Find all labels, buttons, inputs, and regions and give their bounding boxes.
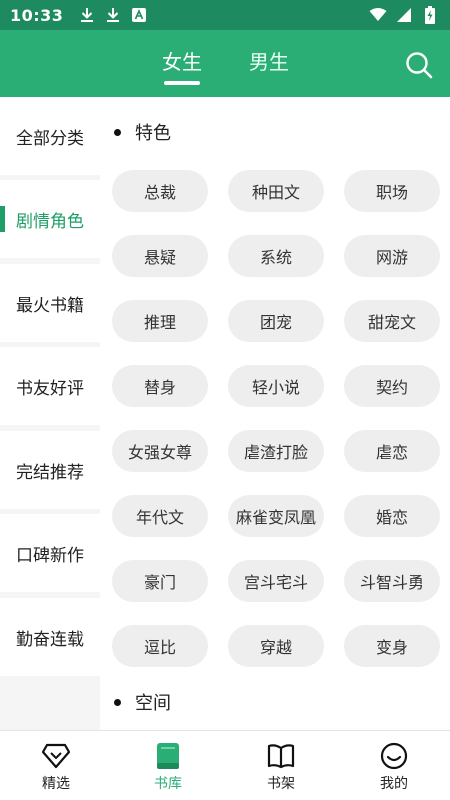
bullet-dot bbox=[114, 698, 121, 706]
tag-chip[interactable]: 推理 bbox=[112, 300, 208, 342]
sidebar-item-ongoing-serials[interactable]: 勤奋连载 bbox=[0, 598, 100, 676]
section-title: 空间 bbox=[114, 689, 171, 715]
keyboard-a-icon bbox=[129, 5, 149, 25]
download-icon bbox=[103, 5, 123, 25]
wifi-icon bbox=[368, 5, 388, 25]
sidebar-item-label: 勤奋连载 bbox=[16, 629, 84, 650]
status-time: 10:33 bbox=[10, 5, 64, 25]
tag-chip[interactable]: 虐恋 bbox=[344, 430, 440, 472]
tag-chip[interactable]: 职场 bbox=[344, 170, 440, 212]
sidebar-item-reader-favorites[interactable]: 书友好评 bbox=[0, 347, 100, 425]
nav-bookshelf[interactable]: 书架 bbox=[225, 731, 337, 800]
tag-chip[interactable]: 系统 bbox=[228, 235, 324, 277]
tag-chip[interactable]: 契约 bbox=[344, 365, 440, 407]
nav-mine[interactable]: 我的 bbox=[338, 731, 450, 800]
category-sidebar: 全部分类 剧情角色 最火书籍 书友好评 完结推荐 口碑新作 勤奋连载 bbox=[0, 97, 100, 730]
tag-chip[interactable]: 变身 bbox=[344, 625, 440, 667]
sidebar-item-label: 书友好评 bbox=[16, 378, 84, 399]
download-icon bbox=[77, 5, 97, 25]
tag-chip[interactable]: 逗比 bbox=[112, 625, 208, 667]
tag-chip[interactable]: 甜宠文 bbox=[344, 300, 440, 342]
sidebar-item-label: 全部分类 bbox=[16, 128, 84, 149]
active-indicator bbox=[0, 206, 5, 232]
tag-chip[interactable]: 总裁 bbox=[112, 170, 208, 212]
tab-female[interactable]: 女生 bbox=[162, 46, 202, 75]
open-book-icon bbox=[266, 741, 296, 771]
nav-label: 我的 bbox=[380, 776, 408, 792]
tag-chip[interactable]: 种田文 bbox=[228, 170, 324, 212]
signal-icon bbox=[394, 5, 414, 25]
status-bar: 10:33 bbox=[0, 0, 450, 30]
tag-chip[interactable]: 虐渣打脸 bbox=[228, 430, 324, 472]
tag-content: 特色 总裁 种田文 职场 悬疑 系统 网游 推理 团宠 甜宠文 替身 轻小说 契… bbox=[100, 97, 450, 730]
tag-chip[interactable]: 豪门 bbox=[112, 560, 208, 602]
diamond-icon bbox=[41, 741, 71, 771]
sidebar-item-label: 剧情角色 bbox=[16, 211, 84, 232]
nav-label: 精选 bbox=[42, 776, 70, 792]
nav-label: 书架 bbox=[267, 776, 295, 792]
sidebar-item-label: 最火书籍 bbox=[16, 295, 84, 316]
bullet-dot bbox=[114, 128, 121, 136]
sidebar-item-label: 口碑新作 bbox=[16, 545, 84, 566]
tag-chip[interactable]: 女强女尊 bbox=[112, 430, 208, 472]
tag-chip[interactable]: 穿越 bbox=[228, 625, 324, 667]
sidebar-item-label: 完结推荐 bbox=[16, 462, 84, 483]
tag-chip[interactable]: 团宠 bbox=[228, 300, 324, 342]
bottom-nav: 精选 书库 书架 我的 bbox=[0, 730, 450, 800]
nav-library[interactable]: 书库 bbox=[112, 731, 224, 800]
section-title: 特色 bbox=[114, 119, 171, 145]
tag-chip[interactable]: 替身 bbox=[112, 365, 208, 407]
search-icon[interactable] bbox=[404, 50, 434, 80]
sidebar-item-all-categories[interactable]: 全部分类 bbox=[0, 97, 100, 175]
tag-chip[interactable]: 婚恋 bbox=[344, 495, 440, 537]
tag-chip[interactable]: 年代文 bbox=[112, 495, 208, 537]
tab-male[interactable]: 男生 bbox=[249, 46, 289, 75]
tag-chip[interactable]: 悬疑 bbox=[112, 235, 208, 277]
sidebar-item-hottest-books[interactable]: 最火书籍 bbox=[0, 264, 100, 342]
top-header: 女生 男生 bbox=[0, 30, 450, 97]
sidebar-item-new-acclaimed[interactable]: 口碑新作 bbox=[0, 514, 100, 592]
tag-chip[interactable]: 网游 bbox=[344, 235, 440, 277]
tag-chip[interactable]: 麻雀变凤凰 bbox=[228, 495, 324, 537]
nav-featured[interactable]: 精选 bbox=[0, 731, 112, 800]
battery-charging-icon bbox=[420, 5, 440, 25]
tag-chip[interactable]: 宫斗宅斗 bbox=[228, 560, 324, 602]
tag-chip[interactable]: 轻小说 bbox=[228, 365, 324, 407]
book-icon bbox=[153, 741, 183, 771]
sidebar-item-plot-roles[interactable]: 剧情角色 bbox=[0, 180, 100, 258]
sidebar-item-completed-picks[interactable]: 完结推荐 bbox=[0, 431, 100, 509]
active-tab-indicator bbox=[164, 81, 200, 85]
smiley-icon bbox=[379, 741, 409, 771]
tag-chip[interactable]: 斗智斗勇 bbox=[344, 560, 440, 602]
nav-label: 书库 bbox=[154, 776, 182, 792]
